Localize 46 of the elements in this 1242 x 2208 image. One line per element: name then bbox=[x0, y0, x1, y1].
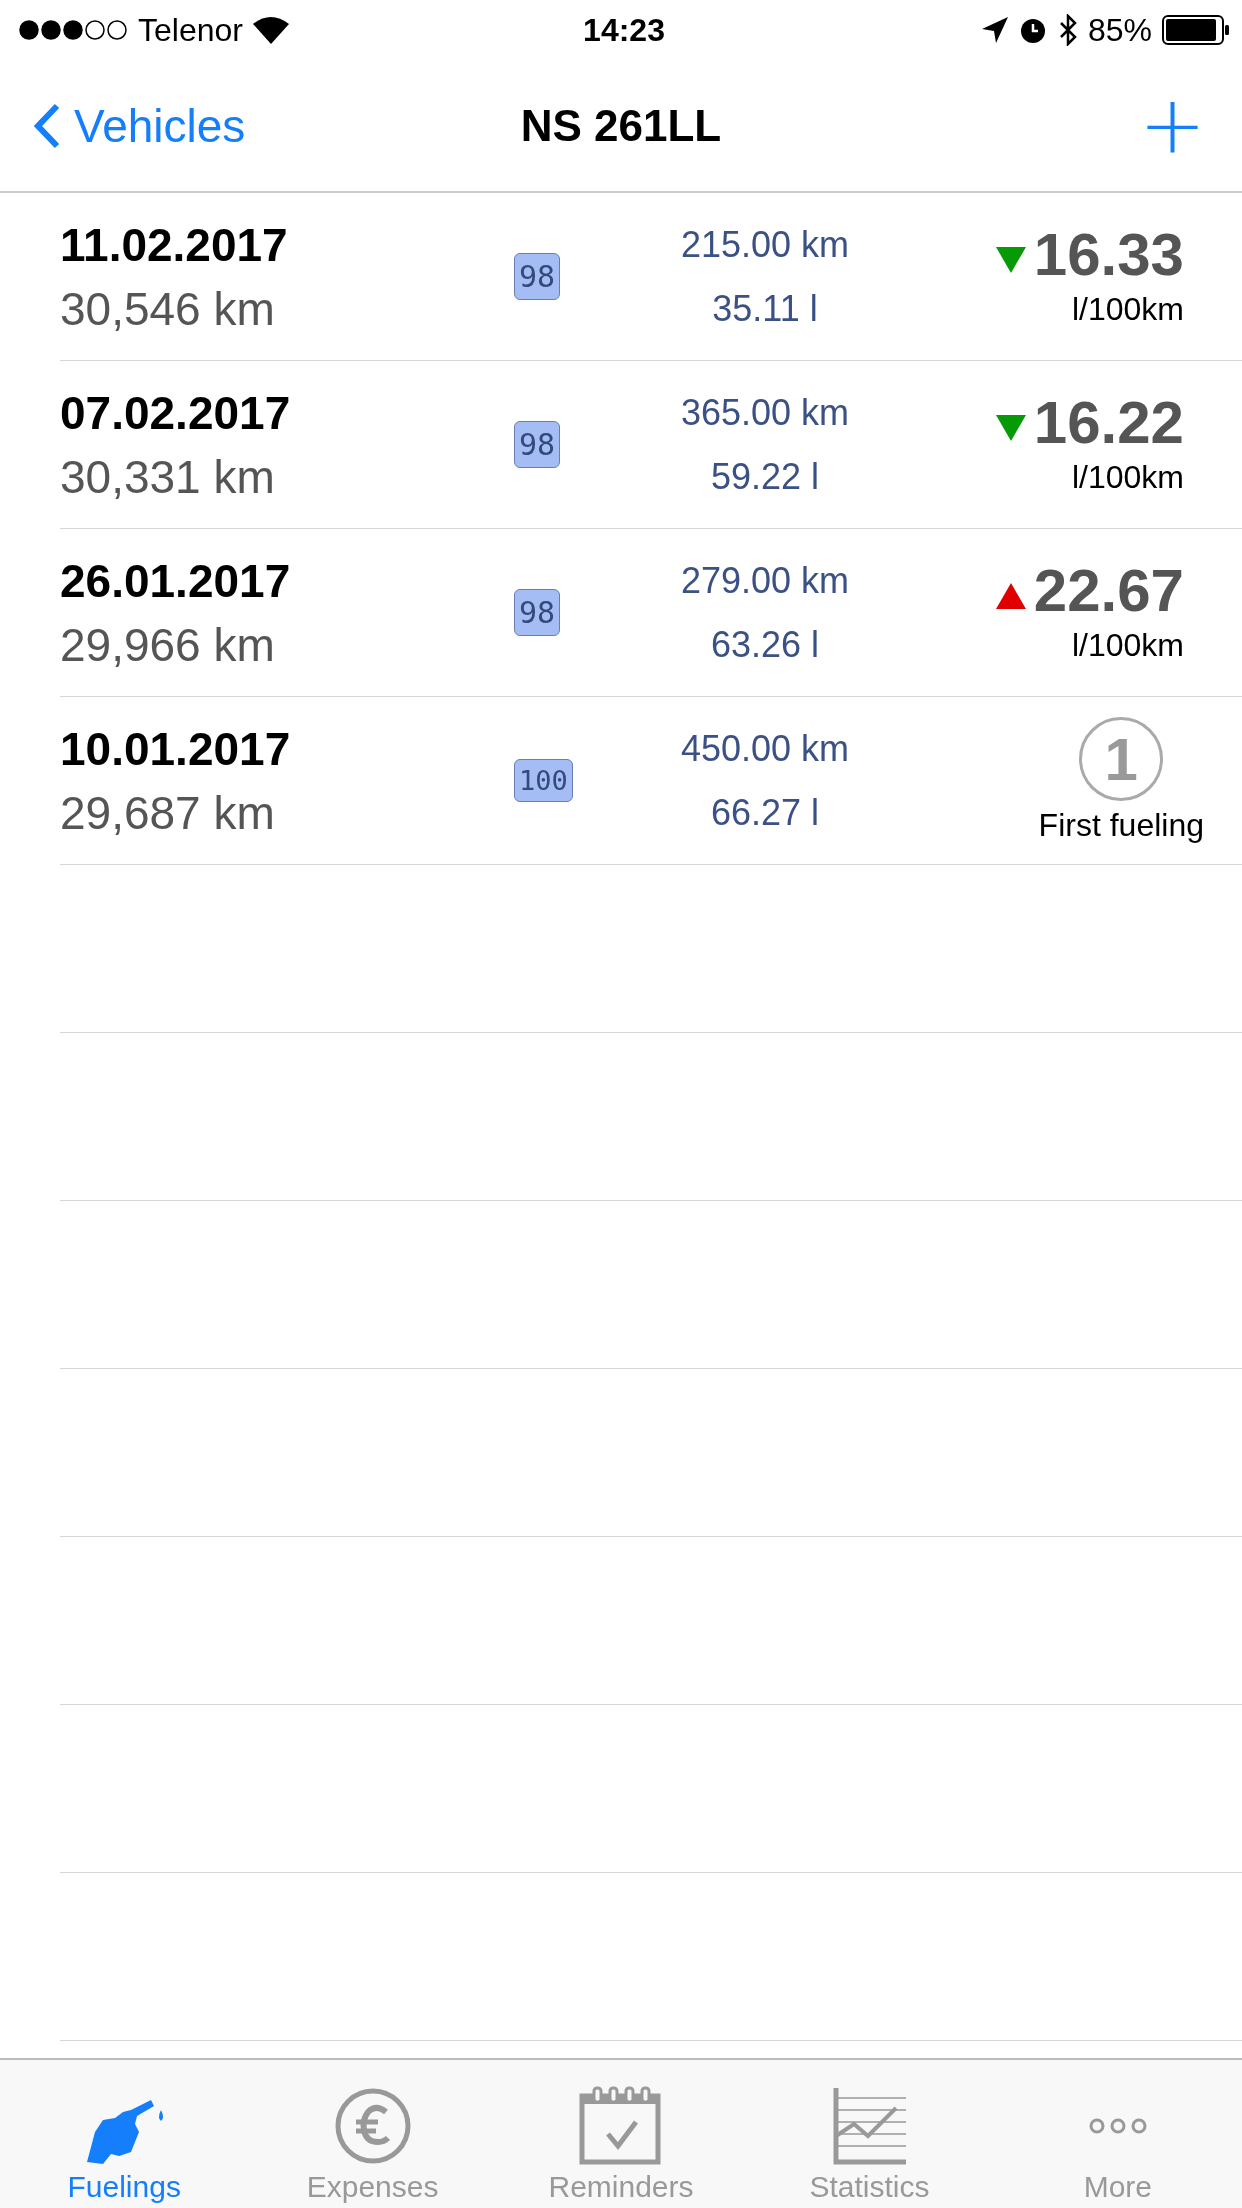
fuel-grade-tag: 100 bbox=[514, 759, 573, 802]
trip-distance: 215.00 km bbox=[680, 223, 850, 266]
tab-bar-item[interactable]: More bbox=[993, 2060, 1242, 2208]
fuel-volume: 63.26 l bbox=[710, 623, 820, 666]
fuel-volume: 59.22 l bbox=[710, 455, 820, 498]
add-button[interactable]: + bbox=[1138, 85, 1206, 166]
fuel-volume: 66.27 l bbox=[710, 791, 820, 834]
trip-distance: 450.00 km bbox=[680, 727, 850, 770]
trip-distance: 279.00 km bbox=[680, 559, 850, 602]
fueling-date: 10.01.2017 bbox=[60, 721, 292, 776]
tab-bar-item[interactable]: Fuelings bbox=[0, 2060, 249, 2208]
status-time: 14:23 bbox=[583, 11, 665, 49]
fueling-date: 11.02.2017 bbox=[60, 217, 289, 272]
fueling-date: 07.02.2017 bbox=[60, 385, 292, 440]
signal-dots-icon bbox=[18, 19, 128, 41]
tab-bar-item[interactable]: Statistics bbox=[745, 2060, 994, 2208]
wifi-icon bbox=[252, 16, 289, 44]
chevron-left-icon bbox=[34, 102, 60, 149]
nav-title: NS 261LL bbox=[520, 100, 722, 150]
trip-distance: 365.00 km bbox=[680, 391, 850, 434]
odometer-reading: 30,546 km bbox=[60, 281, 276, 336]
odometer-reading: 30,331 km bbox=[60, 449, 276, 504]
location-arrow-icon bbox=[981, 17, 1008, 43]
battery-percent: 85% bbox=[1087, 11, 1152, 49]
number-badge: 1 bbox=[1079, 717, 1164, 801]
tab-bar-item[interactable]: Expenses bbox=[248, 2060, 497, 2208]
bluetooth-icon bbox=[1057, 14, 1078, 46]
carrier-name: Telenor bbox=[138, 11, 243, 49]
fuel-grade-tag: 98 bbox=[514, 589, 561, 636]
fuel-grade-tag: 98 bbox=[514, 253, 561, 300]
fuel-volume: 35.11 l bbox=[712, 287, 818, 330]
battery-icon bbox=[1162, 15, 1230, 45]
consumption-unit: l/100km bbox=[1071, 459, 1184, 496]
first-fueling-label: First fueling bbox=[1038, 807, 1204, 844]
consumption-unit: l/100km bbox=[1071, 291, 1184, 328]
back-button[interactable]: Vehicles bbox=[34, 98, 246, 153]
consumption-value: 16.22 bbox=[1033, 393, 1184, 453]
consumption-value: 22.67 bbox=[1033, 561, 1184, 621]
odometer-reading: 29,966 km bbox=[60, 617, 276, 672]
consumption-value: 16.33 bbox=[1033, 225, 1184, 285]
more-dots-icon bbox=[1087, 2117, 1148, 2135]
tab-bar-item[interactable]: Reminders bbox=[496, 2060, 746, 2208]
consumption-unit: l/100km bbox=[1071, 627, 1184, 664]
fueling-date: 26.01.2017 bbox=[60, 553, 292, 608]
fuel-grade-tag: 98 bbox=[514, 421, 561, 468]
odometer-reading: 29,687 km bbox=[60, 785, 276, 840]
